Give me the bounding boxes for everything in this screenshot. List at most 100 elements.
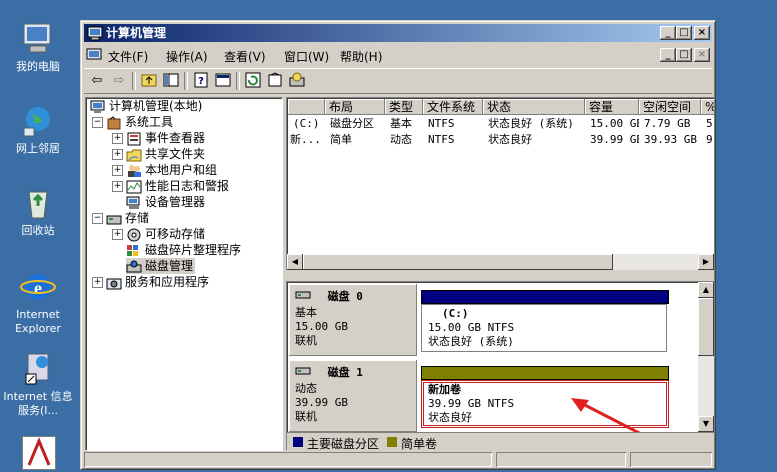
scroll-left-icon[interactable]: ◀	[287, 254, 303, 270]
disk-status: 联机	[295, 410, 317, 423]
menu-window[interactable]: 窗口(W)	[284, 48, 329, 65]
export-list-icon[interactable]	[266, 72, 284, 90]
column-header-volume[interactable]	[288, 99, 325, 115]
scroll-thumb[interactable]	[698, 298, 714, 356]
column-header-free-space[interactable]: 空闲空间	[639, 99, 701, 115]
column-header-filesystem[interactable]: 文件系统	[423, 99, 483, 115]
volume-free-space: 7.79 GB	[644, 117, 691, 130]
desktop-icon-network[interactable]: 网上邻居	[0, 104, 76, 156]
expand-icon[interactable]: +	[112, 229, 123, 240]
storage-icon	[106, 212, 122, 226]
tree-item-disk-management[interactable]: 磁盘管理	[126, 258, 196, 274]
app-icon	[27, 437, 51, 466]
tree-item-local-users[interactable]: + 本地用户和组	[112, 162, 217, 178]
scroll-thumb[interactable]	[303, 254, 613, 270]
properties-icon[interactable]	[214, 72, 232, 90]
new-volume-bar	[421, 366, 669, 380]
vertical-scrollbar[interactable]: ▲ ▼	[698, 282, 714, 432]
tree-label: 服务和应用程序	[125, 275, 210, 289]
recycle-bin-icon	[20, 186, 56, 220]
show-tree-icon[interactable]	[162, 72, 180, 90]
child-minimize-button[interactable]: _	[660, 48, 676, 62]
volume-label: (C:)	[442, 307, 469, 320]
child-close-button[interactable]: ×	[694, 48, 710, 62]
forward-arrow-icon[interactable]: ⇨	[110, 72, 128, 90]
expand-icon[interactable]: +	[112, 133, 123, 144]
menu-action[interactable]: 操作(A)	[166, 48, 208, 65]
toolbar: ⇦ ⇨ ?	[84, 68, 712, 94]
volume-capacity: 39.99 GB	[590, 133, 639, 146]
column-header-capacity[interactable]: 容量	[585, 99, 639, 115]
expand-icon[interactable]: +	[112, 149, 123, 160]
desktop-icon-recycle-bin[interactable]: 回收站	[0, 186, 76, 238]
desktop-icon-partial[interactable]	[22, 436, 56, 470]
disk-0-info[interactable]: 磁盘 0 基本 15.00 GB 联机	[289, 284, 417, 356]
expand-icon[interactable]: +	[112, 181, 123, 192]
status-bar	[84, 451, 712, 468]
tree-item-root[interactable]: 计算机管理(本地)	[90, 98, 202, 114]
device-manager-icon	[126, 196, 142, 210]
disk-1-info[interactable]: 磁盘 1 动态 39.99 GB 联机	[289, 360, 417, 432]
column-header-percent[interactable]: %	[701, 99, 714, 115]
tree-item-removable-storage[interactable]: + 可移动存储	[112, 226, 205, 242]
horizontal-scrollbar[interactable]: ◀ ▶	[287, 254, 714, 270]
legend-label-primary: 主要磁盘分区	[307, 437, 380, 450]
tree-label: 磁盘碎片整理程序	[145, 243, 242, 257]
title-bar[interactable]: 计算机管理 _ □ ×	[84, 24, 712, 42]
tree-item-system-tools[interactable]: − 系统工具	[92, 114, 173, 130]
disk-kind: 基本	[295, 306, 317, 319]
volume-status: 状态良好	[488, 133, 532, 146]
console-tree: 计算机管理(本地) − 系统工具 + 事件查看器 + 共享文件夹 + 本地用户和组 + 性…	[85, 97, 283, 451]
volume-capacity: 15.00 GB	[590, 117, 639, 130]
close-button[interactable]: ×	[694, 26, 710, 40]
legend-swatch-primary	[293, 437, 303, 447]
menu-view[interactable]: 查看(V)	[224, 48, 266, 65]
desktop-icon-my-computer[interactable]: 我的电脑	[0, 22, 76, 74]
legend-swatch-simple	[387, 437, 397, 447]
tree-item-defrag[interactable]: 磁盘碎片整理程序	[126, 242, 241, 258]
collapse-icon[interactable]: −	[92, 117, 103, 128]
expand-icon[interactable]: +	[92, 277, 103, 288]
volume-type: 动态	[390, 133, 412, 146]
disk-header: 磁盘 1	[295, 366, 363, 380]
menu-file[interactable]: 文件(F)	[108, 48, 148, 65]
column-header-layout[interactable]: 布局	[325, 99, 385, 115]
tree-item-perf-logs[interactable]: + 性能日志和警报	[112, 178, 229, 194]
tree-item-shared-folders[interactable]: + 共享文件夹	[112, 146, 205, 162]
collapse-icon[interactable]: −	[92, 213, 103, 224]
disk-header: 磁盘 0	[295, 290, 363, 304]
scroll-right-icon[interactable]: ▶	[698, 254, 714, 270]
up-level-icon[interactable]	[140, 72, 158, 90]
volume-type: 基本	[390, 117, 412, 130]
refresh-icon[interactable]	[244, 72, 262, 90]
column-header-type[interactable]: 类型	[385, 99, 423, 115]
desktop-icon-iis[interactable]: Internet 信息服务(I...	[0, 352, 76, 418]
volume-filesystem: NTFS	[428, 133, 455, 146]
help-icon[interactable]: ?	[192, 72, 210, 90]
tree-item-event-viewer[interactable]: + 事件查看器	[112, 130, 205, 146]
scroll-down-icon[interactable]: ▼	[698, 416, 714, 432]
back-arrow-icon[interactable]: ⇦	[88, 72, 106, 90]
scroll-up-icon[interactable]: ▲	[698, 282, 714, 298]
menu-help[interactable]: 帮助(H)	[340, 48, 382, 65]
disk-size: 39.99 GB	[295, 396, 348, 409]
status-panel-main	[84, 452, 492, 467]
child-restore-button[interactable]: □	[676, 48, 692, 62]
tree-item-storage[interactable]: − 存储	[92, 210, 149, 226]
column-header-status[interactable]: 状态	[483, 99, 585, 115]
disk-settings-icon[interactable]	[288, 72, 306, 90]
minimize-button[interactable]: _	[660, 26, 676, 40]
tree-item-device-manager[interactable]: 设备管理器	[126, 194, 205, 210]
desktop-icon-ie[interactable]: e Internet Explorer	[0, 270, 76, 336]
restore-button[interactable]: □	[676, 26, 692, 40]
volume-size: 15.00 GB NTFS	[428, 321, 515, 334]
expand-icon[interactable]: +	[112, 165, 123, 176]
mmc-document-icon	[86, 47, 102, 66]
pane-splitter[interactable]	[286, 270, 714, 280]
svg-text:?: ?	[198, 76, 204, 87]
desktop-icon-label: 回收站	[21, 224, 55, 237]
volume-c[interactable]: (C:) 15.00 GB NTFS 状态良好 (系统)	[421, 304, 667, 352]
disk-kind: 动态	[295, 382, 317, 395]
shared-folder-icon	[126, 148, 142, 162]
tree-item-services[interactable]: + 服务和应用程序	[92, 274, 209, 290]
